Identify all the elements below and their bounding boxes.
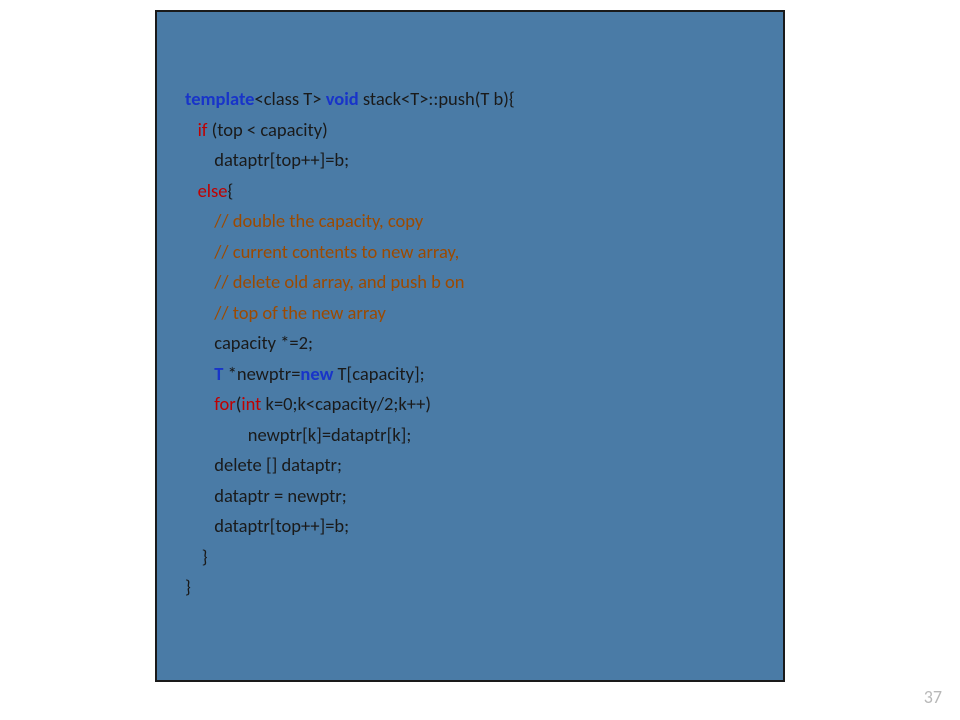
keyword-template: template bbox=[185, 87, 254, 110]
comment: // current contents to new array, bbox=[214, 240, 459, 263]
code-text: newptr[k]=dataptr[k]; bbox=[185, 423, 411, 446]
page-number: 37 bbox=[924, 686, 942, 708]
code-text: } bbox=[185, 545, 208, 568]
comment: // double the capacity, copy bbox=[214, 209, 423, 232]
keyword-int: int bbox=[241, 392, 261, 415]
code-text: capacity *=2; bbox=[185, 331, 313, 354]
code-text: k=0;k<capacity/2;k++) bbox=[261, 392, 431, 415]
code-text: } bbox=[185, 575, 191, 598]
keyword-if: if bbox=[198, 118, 208, 141]
code-text: <class T> bbox=[254, 87, 325, 110]
code-text: T[capacity]; bbox=[333, 362, 424, 385]
code-text: dataptr[top++]=b; bbox=[185, 514, 349, 537]
keyword-void: void bbox=[326, 87, 359, 110]
code-text: dataptr[top++]=b; bbox=[185, 148, 349, 171]
keyword-for: for bbox=[214, 392, 235, 415]
comment: // top of the new array bbox=[214, 301, 386, 324]
keyword-new: new bbox=[300, 362, 333, 385]
code-panel: template<class T> void stack<T>::push(T … bbox=[155, 10, 785, 682]
comment: // delete old array, and push b on bbox=[214, 270, 464, 293]
code-text: delete [] dataptr; bbox=[185, 453, 342, 476]
keyword-else: else bbox=[198, 179, 228, 202]
code-block: template<class T> void stack<T>::push(T … bbox=[185, 84, 755, 603]
code-text: { bbox=[227, 179, 233, 202]
code-text: (top < capacity) bbox=[207, 118, 327, 141]
code-text: *newptr= bbox=[223, 362, 300, 385]
code-text: dataptr = newptr; bbox=[185, 484, 347, 507]
code-text: stack<T>::push(T b){ bbox=[359, 87, 515, 110]
